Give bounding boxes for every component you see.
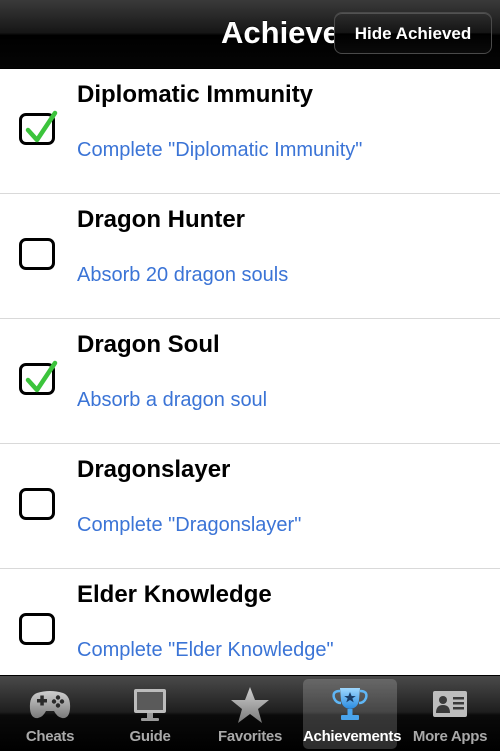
checkbox[interactable] (19, 613, 55, 645)
tab-achievements[interactable]: Achievements (303, 679, 402, 749)
checkbox[interactable] (19, 238, 55, 270)
checkbox[interactable] (19, 488, 55, 520)
tab-label: Guide (129, 728, 171, 745)
gamepad-icon (29, 691, 71, 719)
monitor-icon (134, 689, 166, 721)
checkmark-icon (25, 360, 58, 393)
achievement-title: Dragonslayer (77, 456, 231, 483)
tab-bar: Cheats Guide Favorites Achievements More… (0, 675, 500, 751)
tab-label: Achievements (303, 728, 402, 745)
trophy-icon (332, 688, 368, 720)
achievement-description: Absorb a dragon soul (77, 389, 268, 411)
list-item[interactable]: Diplomatic Immunity Complete "Diplomatic… (0, 69, 500, 194)
tab-cheats[interactable]: Cheats (3, 679, 97, 749)
tab-guide[interactable]: Guide (103, 679, 197, 749)
list-item[interactable]: Dragonslayer Complete "Dragonslayer" (0, 444, 500, 569)
tab-more-apps[interactable]: More Apps (403, 679, 497, 749)
tab-favorites[interactable]: Favorites (203, 679, 297, 749)
tab-label: More Apps (412, 728, 488, 745)
star-icon (231, 687, 269, 723)
achievement-title: Dragon Hunter (77, 206, 245, 233)
achievement-description: Absorb 20 dragon souls (77, 264, 289, 286)
contact-card-icon (433, 691, 467, 717)
list-item[interactable]: Elder Knowledge Complete "Elder Knowledg… (0, 569, 500, 674)
tab-label: Cheats (25, 728, 75, 745)
list-item[interactable]: Dragon Hunter Absorb 20 dragon souls (0, 194, 500, 319)
list-item[interactable]: Dragon Soul Absorb a dragon soul (0, 319, 500, 444)
achievement-title: Dragon Soul (77, 331, 220, 358)
checkbox[interactable] (19, 360, 58, 395)
navigation-bar: Achievements Hide Achieved (0, 0, 500, 69)
tab-label: Favorites (218, 728, 282, 745)
achievement-title: Diplomatic Immunity (77, 81, 314, 108)
achievement-list[interactable]: Diplomatic Immunity Complete "Diplomatic… (0, 69, 500, 674)
achievement-description: Complete "Diplomatic Immunity" (77, 139, 363, 161)
checkmark-icon (25, 110, 58, 143)
checkbox[interactable] (19, 110, 58, 145)
achievement-description: Complete "Elder Knowledge" (77, 639, 334, 661)
achievement-description: Complete "Dragonslayer" (77, 514, 302, 536)
hide-achieved-button[interactable]: Hide Achieved (334, 12, 492, 54)
achievement-title: Elder Knowledge (77, 581, 272, 608)
